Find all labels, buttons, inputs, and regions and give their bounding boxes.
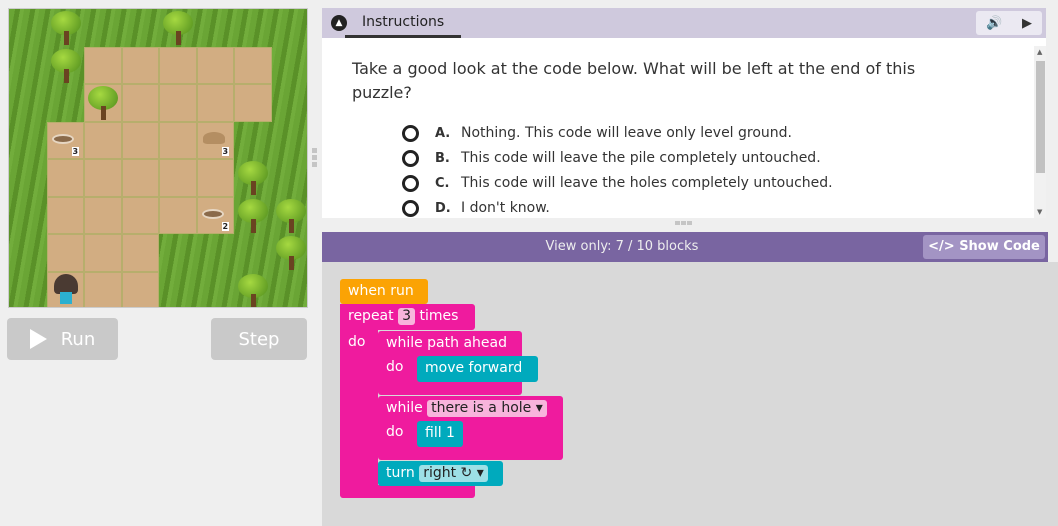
- step-button[interactable]: Step: [211, 318, 307, 360]
- hole-count: 2: [221, 221, 230, 231]
- when-run-block[interactable]: when run: [340, 279, 428, 304]
- hole: [51, 133, 74, 144]
- dirt-tile: [159, 46, 197, 84]
- answer-option[interactable]: D. I don't know.: [402, 197, 550, 219]
- dirt-tile: [121, 271, 159, 307]
- dirt-tile: [84, 121, 122, 159]
- direction-dropdown[interactable]: right ↻ ▾: [419, 465, 488, 482]
- dirt-tile: [121, 196, 159, 234]
- dirt-tile: [159, 121, 197, 159]
- repeat-count-field[interactable]: 3: [398, 308, 416, 325]
- hole: [201, 208, 224, 219]
- dirt-tile: [121, 159, 159, 197]
- game-board: 3 2 3: [8, 8, 308, 308]
- code-icon: </>: [928, 239, 955, 254]
- dirt-tile: [196, 84, 234, 122]
- avatar: [53, 273, 78, 308]
- instructions-panel: ▲ Instructions 🔊 ▶ Take a good look at t…: [322, 8, 1046, 218]
- dirt-tile: [84, 46, 122, 84]
- dirt-tile: [84, 271, 122, 307]
- resize-handle[interactable]: [675, 221, 692, 225]
- condition-dropdown[interactable]: there is a hole ▾: [427, 400, 547, 417]
- radio-button[interactable]: [402, 174, 419, 192]
- hole-count: 3: [71, 146, 80, 156]
- dirt-tile: [159, 159, 197, 197]
- dirt-tile: [84, 234, 122, 272]
- dirt-pile: [202, 131, 225, 144]
- dirt-tile: [121, 121, 159, 159]
- dirt-tile: [196, 46, 234, 84]
- speaker-icon[interactable]: 🔊: [986, 16, 1002, 31]
- play-icon: [29, 329, 47, 349]
- pile-count: 3: [221, 146, 230, 156]
- dirt-tile: [121, 84, 159, 122]
- block-workspace: when run repeat 3 times do while path ah…: [322, 262, 1058, 526]
- dirt-tile: [159, 196, 197, 234]
- step-label: Step: [238, 328, 280, 350]
- tree-icon: [275, 198, 306, 233]
- turn-block[interactable]: turn right ↻ ▾: [378, 461, 503, 486]
- tree-icon: [275, 236, 306, 270]
- repeat-block-end: [340, 485, 475, 498]
- while-hole-block[interactable]: while there is a hole ▾ do: [378, 396, 563, 460]
- dirt-tile: [46, 196, 84, 234]
- show-code-button[interactable]: </> Show Code: [923, 235, 1045, 259]
- panel-resize-handle[interactable]: [312, 148, 317, 168]
- instructions-header: ▲ Instructions 🔊 ▶: [322, 8, 1046, 38]
- radio-button[interactable]: [402, 199, 419, 217]
- workspace-header: View only: 7 / 10 blocks </> Show Code: [322, 232, 1048, 262]
- block-count: View only: 7 / 10 blocks: [545, 239, 699, 254]
- radio-button[interactable]: [402, 149, 419, 167]
- run-label: Run: [60, 328, 96, 350]
- dirt-tile: [46, 234, 84, 272]
- repeat-block[interactable]: repeat 3 times: [340, 304, 475, 330]
- answer-option[interactable]: C. This code will leave the holes complet…: [402, 172, 833, 194]
- fill-block[interactable]: fill 1: [417, 421, 463, 447]
- tree-icon: [238, 198, 268, 233]
- dirt-tile: [84, 196, 122, 234]
- tab-instructions[interactable]: Instructions: [345, 8, 462, 38]
- answer-option[interactable]: B. This code will leave the pile complete…: [402, 147, 821, 169]
- tree-icon: [238, 273, 268, 307]
- answer-option[interactable]: A. Nothing. This code will leave only lev…: [402, 122, 792, 144]
- audio-controls: 🔊 ▶: [976, 11, 1042, 35]
- play-audio-icon[interactable]: ▶: [1022, 16, 1032, 31]
- dirt-tile: [196, 159, 234, 197]
- dirt-tile: [121, 234, 159, 272]
- move-forward-block[interactable]: move forward: [417, 356, 538, 382]
- tree-icon: [50, 48, 81, 83]
- radio-button[interactable]: [402, 124, 419, 142]
- scrollbar[interactable]: ▲ ▼: [1034, 46, 1046, 218]
- question-text: Take a good look at the code below. What…: [352, 59, 916, 102]
- tree-icon: [238, 161, 268, 195]
- run-button[interactable]: Run: [7, 318, 118, 360]
- repeat-do-label: do: [348, 334, 366, 350]
- dirt-tile: [84, 159, 122, 197]
- tree-icon: [50, 11, 81, 45]
- dirt-tile: [234, 84, 272, 122]
- dirt-tile: [46, 159, 84, 197]
- dirt-tile: [159, 84, 197, 122]
- tree-icon: [163, 11, 193, 45]
- dirt-tile: [121, 46, 159, 84]
- tree-icon: [88, 86, 118, 120]
- dirt-tile: [234, 46, 272, 84]
